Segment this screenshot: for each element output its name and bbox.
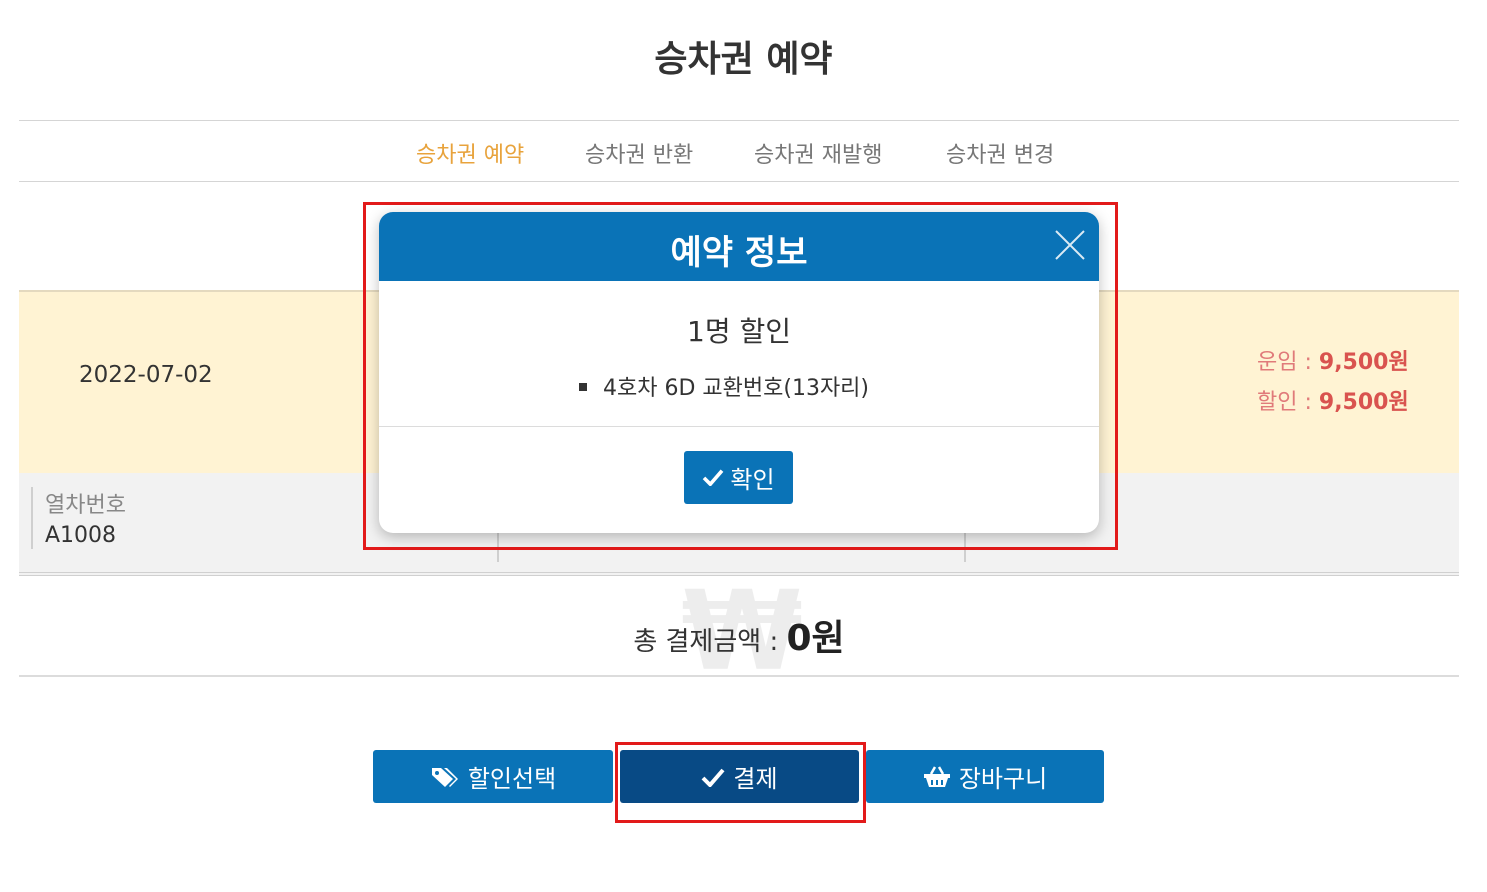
reservation-info-modal: 예약 정보 1명 할인 4호차 6D 교환번호(13자리) 확인 [379, 212, 1099, 533]
discount-value: 9,500원 [1318, 390, 1409, 415]
basket-icon [923, 765, 951, 789]
modal-title: 예약 정보 [670, 233, 808, 273]
confirm-label: 확인 [730, 466, 775, 494]
total-amount: 0원 [786, 618, 845, 659]
tab-bar: 승차권 예약 승차권 반환 승차권 재발행 승차권 변경 [19, 120, 1459, 182]
check-icon [702, 464, 724, 492]
fare-label: 운임 : [1257, 350, 1312, 375]
tab-change[interactable]: 승차권 변경 [946, 137, 1054, 169]
highlight-box [615, 742, 866, 823]
tab-refund[interactable]: 승차권 반환 [585, 137, 693, 169]
tags-icon [430, 765, 460, 789]
train-number-cell: 열차번호 A1008 [31, 487, 126, 549]
total-payment-row: ₩ 총 결제금액 : 0원 [19, 576, 1459, 686]
discount-label: 할인 : [1257, 390, 1312, 415]
confirm-button[interactable]: 확인 [684, 451, 793, 504]
tab-reservation[interactable]: 승차권 예약 [416, 137, 524, 169]
discount-line: 할인 : 9,500원 [1257, 384, 1409, 416]
bullet-icon [579, 383, 587, 391]
discount-select-label: 할인선택 [467, 765, 557, 793]
seat-item-text: 4호차 6D 교환번호(13자리) [603, 376, 870, 401]
discount-count-heading: 1명 할인 [687, 315, 791, 348]
train-number-value: A1008 [45, 523, 117, 548]
total-label: 총 결제금액 : [633, 627, 779, 657]
close-icon[interactable] [1053, 228, 1087, 262]
total-payment: 총 결제금액 : 0원 [19, 609, 1459, 661]
fare-line: 운임 : 9,500원 [1257, 344, 1409, 376]
page-title: 승차권 예약 [654, 39, 833, 80]
modal-divider [379, 426, 1099, 427]
fare-value: 9,500원 [1318, 350, 1409, 375]
modal-header: 예약 정보 [379, 212, 1099, 281]
discount-select-button[interactable]: 할인선택 [373, 750, 613, 803]
seat-item: 4호차 6D 교환번호(13자리) [579, 370, 869, 402]
cart-button[interactable]: 장바구니 [866, 750, 1104, 803]
train-number-label: 열차번호 [45, 493, 126, 518]
tab-reissue[interactable]: 승차권 재발행 [754, 137, 882, 169]
trip-date: 2022-07-02 [79, 362, 213, 388]
cart-label: 장바구니 [958, 765, 1048, 793]
